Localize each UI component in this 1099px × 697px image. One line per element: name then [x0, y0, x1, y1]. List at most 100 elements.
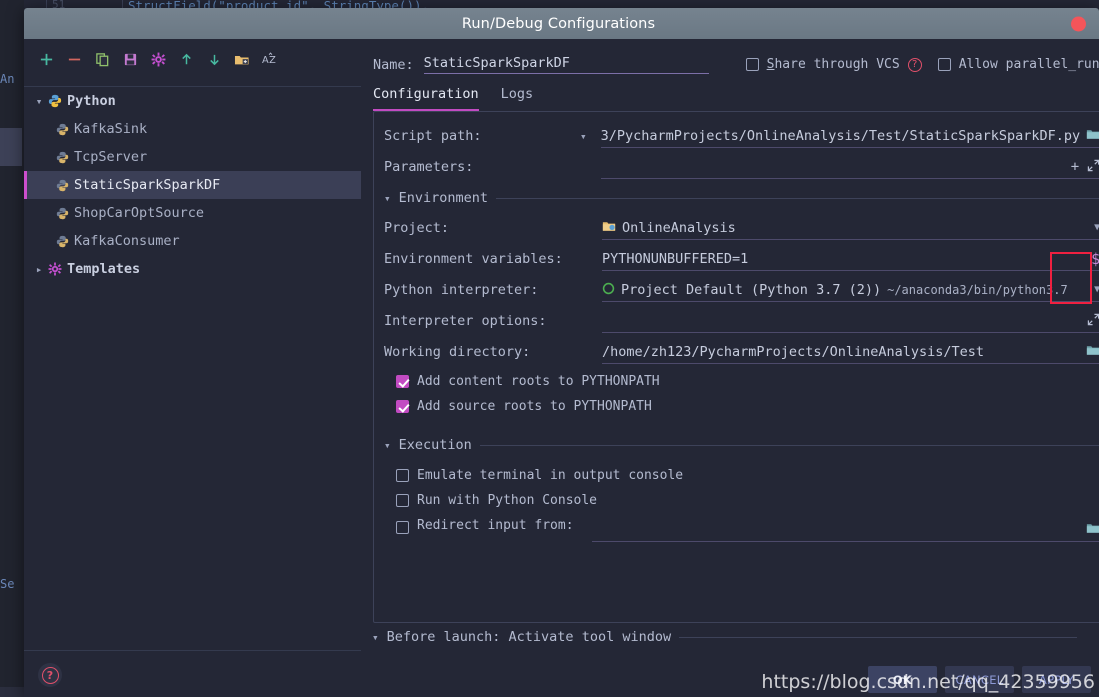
- ide-left-selection: [0, 128, 22, 166]
- execution-section-header[interactable]: ▾ Execution: [374, 431, 1099, 459]
- section-rule: [679, 636, 1077, 638]
- arrow-down-icon[interactable]: [205, 50, 223, 68]
- tree-node-staticsparksparkdf[interactable]: StaticSparkSparkDF: [24, 171, 361, 199]
- project-label: Project:: [384, 220, 450, 236]
- ok-button[interactable]: OK: [868, 666, 937, 693]
- run-with-python-console-label: Run with Python Console: [417, 493, 598, 508]
- python-icon: [56, 179, 69, 192]
- redirect-input-checkbox[interactable]: [396, 521, 409, 534]
- tree-node-kafkasink[interactable]: KafkaSink: [24, 115, 361, 143]
- add-source-roots-checkbox[interactable]: [396, 400, 409, 413]
- interpreter-options-label: Interpreter options:: [384, 313, 547, 329]
- interpreter-chevron-down-icon[interactable]: ▼: [1086, 284, 1099, 295]
- save-icon[interactable]: [121, 50, 139, 68]
- environment-variables-macro-icon[interactable]: $: [1091, 250, 1099, 268]
- add-content-roots-checkbox[interactable]: [396, 375, 409, 388]
- expand-parameters-icon[interactable]: [1087, 157, 1099, 176]
- python-icon: [56, 123, 69, 136]
- interpreter-options-field[interactable]: [602, 309, 1099, 333]
- browse-folder-icon[interactable]: [1080, 126, 1099, 145]
- configurations-panel: A Z ▾ Python KafkaSink TcpServer StaticS…: [24, 39, 361, 697]
- redirect-input-row[interactable]: Redirect input from:: [384, 513, 1099, 547]
- script-path-field[interactable]: 3/PycharmProjects/OnlineAnalysis/Test/St…: [600, 124, 1099, 148]
- arrow-up-icon[interactable]: [177, 50, 195, 68]
- before-launch-label: Before launch: Activate tool window: [386, 629, 672, 645]
- browse-working-directory-icon[interactable]: [1086, 342, 1099, 361]
- add-parameter-icon[interactable]: +: [1071, 159, 1087, 175]
- name-label: Name:: [373, 56, 414, 73]
- parameters-row: Parameters: ▾ +: [374, 153, 1099, 181]
- dialog-titlebar[interactable]: Run/Debug Configurations: [24, 8, 1099, 39]
- redirect-input-field[interactable]: [591, 518, 1099, 542]
- python-interpreter-field[interactable]: Project Default (Python 3.7 (2)) ~/anaco…: [602, 278, 1099, 302]
- project-chevron-down-icon[interactable]: ▼: [1086, 222, 1099, 233]
- sort-az-icon[interactable]: A Z: [261, 50, 279, 68]
- section-rule: [496, 197, 1099, 199]
- script-path-mode-chevron-icon[interactable]: ▾: [580, 130, 587, 143]
- help-button[interactable]: ?: [38, 663, 62, 687]
- parameters-field[interactable]: +: [600, 155, 1099, 179]
- name-input[interactable]: StaticSparkSparkDF: [423, 55, 709, 74]
- browse-redirect-input-icon[interactable]: [1086, 520, 1099, 539]
- environment-variables-field[interactable]: PYTHONUNBUFFERED=1 $: [602, 247, 1099, 271]
- emulate-terminal-label: Emulate terminal in output console: [417, 468, 684, 483]
- minus-icon[interactable]: [65, 50, 83, 68]
- add-source-roots-row[interactable]: Add source roots to PYTHONPATH: [384, 394, 1099, 419]
- add-content-roots-row[interactable]: Add content roots to PYTHONPATH: [384, 369, 1099, 394]
- apply-button[interactable]: APPLY: [1022, 666, 1091, 693]
- svg-text:A: A: [262, 55, 269, 66]
- working-directory-field[interactable]: /home/zh123/PycharmProjects/OnlineAnalys…: [602, 340, 1099, 364]
- environment-section-header[interactable]: ▾ Environment: [374, 184, 1099, 212]
- tree-node-tcpserver[interactable]: TcpServer: [24, 143, 361, 171]
- tree-node-shopcaroptsource[interactable]: ShopCarOptSource: [24, 199, 361, 227]
- ide-left-label-services: Se: [0, 577, 15, 591]
- chevron-right-icon[interactable]: ▸: [32, 263, 46, 276]
- configurations-tree: ▾ Python KafkaSink TcpServer StaticSpark…: [24, 86, 361, 651]
- run-with-python-console-row[interactable]: Run with Python Console: [384, 488, 1099, 513]
- allow-parallel-run-checkbox[interactable]: [937, 58, 951, 71]
- tree-node-label: Templates: [67, 261, 141, 277]
- tree-node-python[interactable]: ▾ Python: [24, 87, 361, 115]
- emulate-terminal-checkbox[interactable]: [396, 469, 409, 482]
- chevron-down-icon[interactable]: ▾: [384, 192, 391, 205]
- tree-node-label: ShopCarOptSource: [74, 205, 205, 221]
- chevron-down-icon[interactable]: ▾: [384, 439, 391, 452]
- close-icon[interactable]: [1071, 16, 1086, 31]
- share-through-vcs-label: Share through VCS: [767, 57, 900, 72]
- section-rule: [479, 444, 1099, 446]
- run-debug-configurations-dialog: Run/Debug Configurations A Z ▾ Python Ka…: [24, 8, 1099, 697]
- share-vcs-help-icon[interactable]: ?: [907, 57, 922, 72]
- svg-text:Z: Z: [269, 55, 276, 66]
- execution-section-title: Execution: [398, 437, 472, 453]
- cancel-button[interactable]: CANCEL: [945, 666, 1014, 693]
- dialog-body: A Z ▾ Python KafkaSink TcpServer StaticS…: [24, 39, 1099, 697]
- editor-tabs: Configuration Logs: [373, 86, 1099, 111]
- environment-section-title: Environment: [398, 190, 489, 206]
- chevron-down-icon[interactable]: ▾: [32, 95, 46, 108]
- allow-parallel-run-label: Allow parallel_run: [958, 57, 1099, 72]
- parameters-label: Parameters:: [384, 159, 474, 175]
- add-source-roots-label: Add source roots to PYTHONPATH: [417, 399, 652, 414]
- configuration-editor-panel: Name: StaticSparkSparkDF Share through V…: [361, 39, 1099, 697]
- emulate-terminal-row[interactable]: Emulate terminal in output console: [384, 463, 1099, 488]
- tree-node-label: Python: [67, 93, 116, 109]
- python-icon: [56, 235, 69, 248]
- tab-logs[interactable]: Logs: [501, 86, 534, 111]
- environment-variables-row: Environment variables: PYTHONUNBUFFERED=…: [374, 245, 1099, 273]
- folder-add-icon[interactable]: [233, 50, 251, 68]
- tree-node-templates[interactable]: ▸ Templates: [24, 255, 361, 283]
- chevron-down-icon[interactable]: ▾: [372, 631, 379, 644]
- project-field[interactable]: OnlineAnalysis ▼: [602, 216, 1099, 240]
- run-with-python-console-checkbox[interactable]: [396, 494, 409, 507]
- share-through-vcs-checkbox[interactable]: [745, 58, 759, 71]
- script-path-value: 3/PycharmProjects/OnlineAnalysis/Test/St…: [600, 127, 1081, 144]
- before-launch-section[interactable]: ▾ Before launch: Activate tool window: [372, 629, 1077, 645]
- copy-icon[interactable]: [93, 50, 111, 68]
- gear-icon[interactable]: [149, 50, 167, 68]
- tab-configuration[interactable]: Configuration: [373, 86, 479, 111]
- tree-node-kafkaconsumer[interactable]: KafkaConsumer: [24, 227, 361, 255]
- plus-icon[interactable]: [37, 50, 55, 68]
- expand-interpreter-options-icon[interactable]: [1087, 311, 1099, 330]
- working-directory-value: /home/zh123/PycharmProjects/OnlineAnalys…: [602, 343, 985, 360]
- gear-icon: [48, 262, 62, 276]
